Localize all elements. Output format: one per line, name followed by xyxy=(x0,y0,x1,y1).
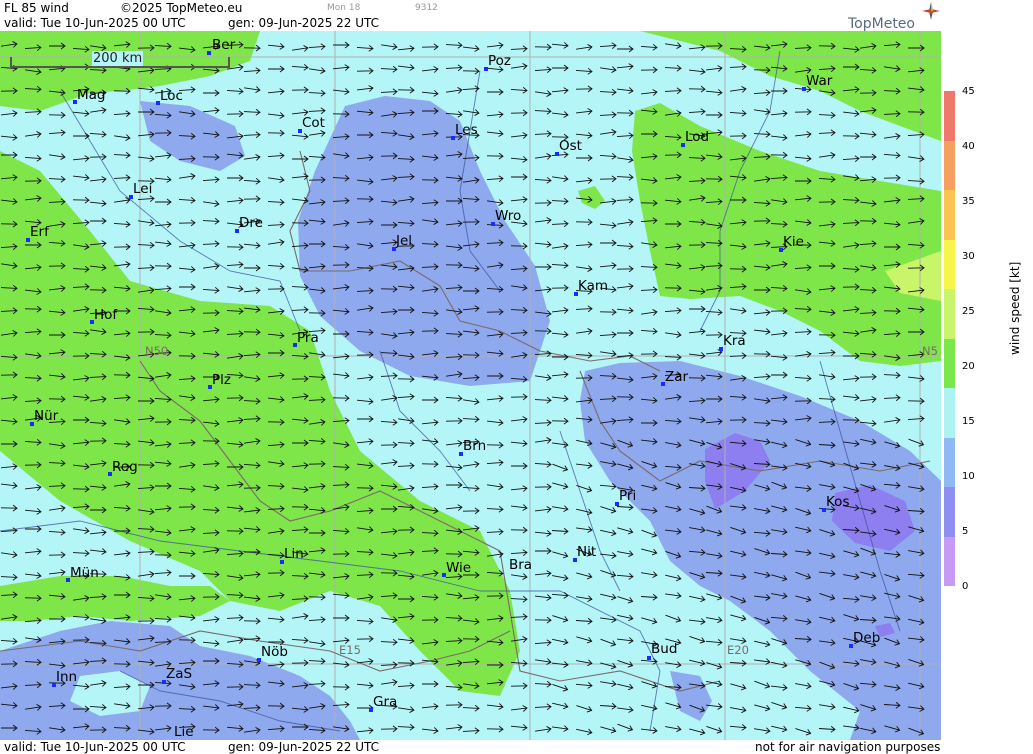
color-bar-segment xyxy=(944,239,955,289)
city-lei: Lei xyxy=(129,182,152,199)
legend-unit-label: wind speed [kt] xyxy=(1008,261,1022,355)
color-bar-segment xyxy=(944,91,955,141)
topmeteo-logo: TopMeteo xyxy=(848,16,915,32)
grid-label-e20: E20 xyxy=(727,643,749,657)
faint-label-right: 9312 xyxy=(415,3,438,13)
faint-label-left: Mon 18 xyxy=(327,3,361,13)
city-les: Les xyxy=(451,123,478,140)
color-bar-segment xyxy=(944,190,955,240)
city-jel: Jel xyxy=(392,234,412,251)
city-lie: Lie xyxy=(174,724,194,740)
header: FL 85 wind ©2025 TopMeteo.eu Mon 18 9312… xyxy=(0,0,942,32)
legend-tick: 0 xyxy=(962,581,969,592)
legend-tick: 10 xyxy=(962,471,975,482)
city-cot: Cot xyxy=(298,116,325,133)
legend-tick: 45 xyxy=(962,86,975,97)
color-bar-segment xyxy=(944,487,955,537)
city-kos: Kos xyxy=(822,495,849,512)
wind-speed-legend: 45 40 35 30 25 20 15 10 5 0 xyxy=(941,31,1033,740)
city-erf: Erf xyxy=(26,225,49,242)
legend-tick: 25 xyxy=(962,306,975,317)
city-plz: Plz xyxy=(208,373,231,389)
compass-icon xyxy=(922,2,940,20)
city-lod: Lod xyxy=(681,130,709,147)
footer-valid-time: valid: Tue 10-Jun-2025 00 UTC xyxy=(4,740,186,754)
city-nit: Nit xyxy=(573,545,596,562)
city-wro: Wro xyxy=(491,209,521,226)
color-bar-segment xyxy=(944,338,955,388)
footer-disclaimer: not for air navigation purposes xyxy=(755,740,941,754)
color-bar-segment xyxy=(944,388,955,438)
city-ber: Ber xyxy=(207,38,235,55)
color-bar-segment xyxy=(944,536,955,586)
generated-time: gen: 09-Jun-2025 22 UTC xyxy=(228,16,380,30)
grid-label-n50: N50 xyxy=(145,344,169,358)
color-bar-segment xyxy=(944,289,955,339)
city-kie: Kie xyxy=(779,235,804,252)
valid-time: valid: Tue 10-Jun-2025 00 UTC xyxy=(4,16,186,30)
city-nur: Nür xyxy=(30,409,58,426)
city-deb: Deb xyxy=(849,631,880,648)
city-zas: ZaS xyxy=(162,667,192,684)
city-ost: Ost xyxy=(555,139,582,156)
city-pri: Pri xyxy=(615,489,636,506)
color-bar xyxy=(944,91,955,586)
footer-generated-time: gen: 09-Jun-2025 22 UTC xyxy=(228,740,380,754)
scale-bar-label: 200 km xyxy=(92,51,144,66)
legend-tick: 40 xyxy=(962,141,975,152)
footer: valid: Tue 10-Jun-2025 00 UTC gen: 09-Ju… xyxy=(0,740,942,754)
city-kam: Kam xyxy=(574,279,608,296)
city-dre: Dre xyxy=(235,216,263,233)
legend-tick: 5 xyxy=(962,526,969,537)
city-gra: Gra xyxy=(369,695,397,712)
wind-map: 200 km N50 N5 E15 E20 Ber Poz War Mag Lo… xyxy=(0,31,941,740)
city-mag: Mag xyxy=(73,88,106,104)
city-war: War xyxy=(802,74,832,91)
color-bar-segment xyxy=(944,140,955,190)
product-title: FL 85 wind xyxy=(4,1,69,15)
copyright: ©2025 TopMeteo.eu xyxy=(120,1,243,15)
city-bud: Bud xyxy=(647,642,677,660)
legend-tick: 15 xyxy=(962,416,975,427)
color-bar-segment xyxy=(944,437,955,487)
city-bra: Bra xyxy=(509,557,533,573)
city-wie: Wie xyxy=(442,561,471,577)
city-nob: Nöb xyxy=(257,645,288,662)
legend-tick: 35 xyxy=(962,196,975,207)
city-mun: Mün xyxy=(66,566,99,582)
city-loc: Loc xyxy=(156,89,183,105)
city-hof: Hof xyxy=(90,308,117,324)
legend-tick: 20 xyxy=(962,361,975,372)
city-pra: Pra xyxy=(293,331,319,347)
city-poz: Poz xyxy=(484,54,511,71)
city-brn: Brn xyxy=(459,439,486,456)
grid-label-e15: E15 xyxy=(339,643,361,657)
city-zar: Zar xyxy=(661,370,688,386)
city-lin: Lin xyxy=(280,547,304,564)
legend-tick: 30 xyxy=(962,251,975,262)
city-kra: Kra xyxy=(719,334,746,351)
grid-label-n5: N5 xyxy=(922,344,938,358)
city-reg: Reg xyxy=(108,460,138,476)
city-inn: Inn xyxy=(52,670,77,687)
